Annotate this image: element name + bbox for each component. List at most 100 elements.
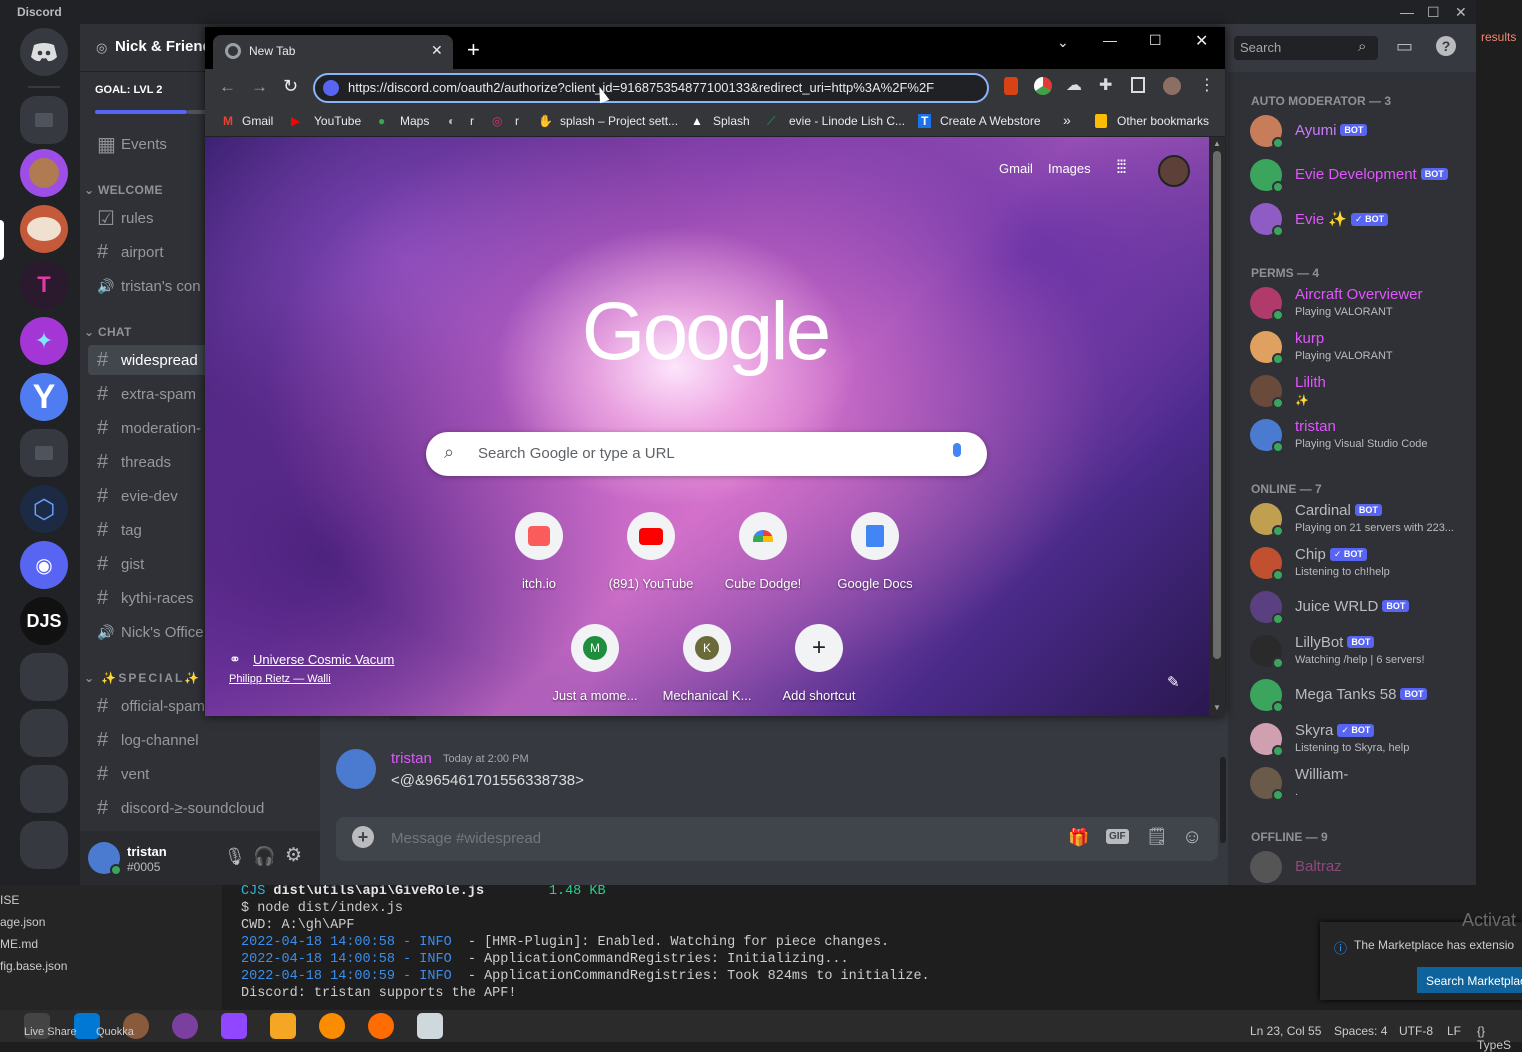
- bookmark-splash-project[interactable]: splash – Project sett...: [560, 114, 678, 128]
- extension-fire-icon[interactable]: [1004, 77, 1018, 95]
- customize-pencil-icon[interactable]: ✎: [1167, 673, 1180, 691]
- shortcut-mechanical[interactable]: K Mechanical K...: [651, 624, 763, 716]
- sticker-icon[interactable]: 🗒: [1146, 827, 1168, 847]
- tab-new-tab[interactable]: New Tab ✕: [213, 35, 453, 69]
- close-icon[interactable]: ✕: [1455, 4, 1467, 21]
- profile-avatar[interactable]: [1163, 77, 1181, 95]
- member-item[interactable]: Skyra ✓ BOT Listening to Skyra, help: [1250, 720, 1470, 760]
- forward-icon[interactable]: →: [251, 77, 268, 97]
- member-item[interactable]: Baltraz: [1250, 848, 1470, 885]
- message-avatar[interactable]: [336, 749, 376, 789]
- shortcut-cube-dodge[interactable]: Cube Dodge!: [707, 512, 819, 612]
- microphone-icon[interactable]: 🎙: [224, 847, 246, 867]
- address-bar[interactable]: https://discord.com/oauth2/authorize?cli…: [313, 73, 989, 103]
- eol-status[interactable]: LF: [1447, 1024, 1461, 1038]
- server-redpanda-icon[interactable]: [20, 205, 68, 253]
- github-taskbar-icon[interactable]: [172, 1013, 198, 1039]
- browser-taskbar-icon[interactable]: [319, 1013, 345, 1039]
- gear-icon[interactable]: ⚙: [285, 844, 302, 867]
- username[interactable]: tristan: [127, 844, 167, 859]
- shortcut-just-a-moment[interactable]: M Just a mome...: [539, 624, 651, 716]
- member-item[interactable]: Aircraft Overviewer Playing VALORANT: [1250, 284, 1470, 324]
- bookmark-other[interactable]: Other bookmarks: [1117, 114, 1209, 128]
- minimize-icon[interactable]: —: [1400, 4, 1414, 20]
- side-panel-icon[interactable]: [1131, 77, 1145, 93]
- back-icon[interactable]: ←: [219, 77, 236, 97]
- help-icon[interactable]: ?: [1436, 36, 1456, 56]
- bookmark-splash[interactable]: Splash: [713, 114, 750, 128]
- search-input[interactable]: ⌕ Search Google or type a URL: [426, 432, 987, 476]
- close-tab-icon[interactable]: ✕: [431, 42, 443, 59]
- member-item[interactable]: kurp Playing VALORANT: [1250, 328, 1470, 368]
- server-folder-icon[interactable]: [20, 709, 68, 757]
- gmail-link[interactable]: Gmail: [999, 161, 1033, 176]
- bookmark-gmail[interactable]: Gmail: [242, 114, 273, 128]
- maximize-icon[interactable]: ☐: [1149, 32, 1162, 49]
- member-item[interactable]: William-.: [1250, 764, 1470, 804]
- category-welcome[interactable]: ⌄ WELCOME: [84, 183, 163, 197]
- extensions-puzzle-icon[interactable]: ✚: [1099, 75, 1112, 95]
- category-special[interactable]: ⌄ ✨SPECIAL✨: [84, 671, 201, 685]
- tab-search-icon[interactable]: ⌄: [1057, 34, 1069, 51]
- extension-cloud-icon[interactable]: ☁: [1066, 75, 1082, 95]
- new-tab-icon[interactable]: +: [467, 37, 480, 63]
- account-avatar[interactable]: [1158, 155, 1190, 187]
- channel-log-channel[interactable]: # log-channel: [88, 725, 312, 755]
- member-item[interactable]: Lilith ✨: [1250, 372, 1470, 412]
- bookmark-webstore[interactable]: Create A Webstore: [940, 114, 1041, 128]
- composer-placeholder[interactable]: Message #widespread: [391, 830, 541, 847]
- search-input[interactable]: Search ⌕: [1234, 36, 1378, 60]
- member-item[interactable]: Juice WRLD BOT: [1250, 588, 1470, 628]
- server-discord-icon[interactable]: ◉: [20, 541, 68, 589]
- server-djs-icon[interactable]: DJS: [20, 597, 68, 645]
- cursor-position[interactable]: Ln 23, Col 55: [1250, 1024, 1321, 1038]
- gift-icon[interactable]: 🎁: [1068, 828, 1089, 848]
- server-hex-icon[interactable]: ⬡: [20, 485, 68, 533]
- shortcut-google-docs[interactable]: Google Docs: [819, 512, 931, 612]
- emoji-icon[interactable]: ☺: [1182, 826, 1202, 849]
- explorer-file[interactable]: ME.md: [0, 937, 38, 951]
- tool-taskbar-icon[interactable]: [270, 1013, 296, 1039]
- server-folder-icon[interactable]: [20, 821, 68, 869]
- close-icon[interactable]: ✕: [1195, 31, 1208, 51]
- reload-icon[interactable]: ↻: [283, 76, 298, 97]
- server-neon-icon[interactable]: T: [20, 261, 68, 309]
- channel-soundcloud[interactable]: # discord-≥-soundcloud: [88, 793, 312, 823]
- headphones-icon[interactable]: 🎧: [253, 846, 275, 867]
- discord-home-icon[interactable]: [20, 28, 68, 76]
- bookmark-r2[interactable]: r: [515, 114, 519, 128]
- gif-icon[interactable]: GIF: [1106, 829, 1129, 844]
- server-goal[interactable]: GOAL: LVL 2: [95, 84, 162, 96]
- member-item[interactable]: Evie ✨ ✓ BOT: [1250, 200, 1470, 240]
- folder-icon[interactable]: [20, 429, 68, 477]
- channel-vent[interactable]: # vent: [88, 759, 312, 789]
- images-link[interactable]: Images: [1048, 161, 1091, 176]
- shortcut-youtube[interactable]: (891) YouTube: [595, 512, 707, 612]
- firefox-taskbar-icon[interactable]: [368, 1013, 394, 1039]
- member-item[interactable]: tristan Playing Visual Studio Code: [1250, 416, 1470, 456]
- bookmark-youtube[interactable]: YouTube: [314, 114, 361, 128]
- encoding-status[interactable]: UTF-8: [1399, 1024, 1433, 1038]
- url-text[interactable]: https://discord.com/oauth2/authorize?cli…: [348, 80, 978, 95]
- background-author-link[interactable]: Philipp Rietz — Walli: [229, 673, 331, 685]
- server-folder-icon[interactable]: [20, 653, 68, 701]
- search-marketplace-button[interactable]: Search Marketplac: [1417, 967, 1522, 993]
- bookmark-maps[interactable]: Maps: [400, 114, 429, 128]
- chrome-scrollbar[interactable]: ▲ ▼: [1209, 137, 1225, 716]
- server-dog-icon[interactable]: [20, 149, 68, 197]
- live-share-status[interactable]: Live Share: [24, 1026, 77, 1038]
- bookmark-r[interactable]: r: [470, 114, 474, 128]
- chat-scrollbar[interactable]: [1220, 757, 1226, 843]
- bookmark-linode[interactable]: evie - Linode Lish C...: [789, 114, 905, 128]
- language-status[interactable]: {} TypeS: [1477, 1024, 1522, 1052]
- server-bird-icon[interactable]: ✦: [20, 317, 68, 365]
- server-folder-icon[interactable]: [20, 765, 68, 813]
- microphone-icon[interactable]: [953, 443, 961, 457]
- chrome-menu-icon[interactable]: ⋮: [1199, 75, 1215, 95]
- add-shortcut-button[interactable]: + Add shortcut: [763, 624, 875, 716]
- server-y-icon[interactable]: Y: [20, 373, 68, 421]
- explorer-file[interactable]: ISE: [0, 893, 19, 907]
- folder-icon[interactable]: [20, 96, 68, 144]
- member-item[interactable]: Mega Tanks 58 BOT: [1250, 676, 1470, 716]
- member-item[interactable]: Ayumi BOT: [1250, 112, 1470, 152]
